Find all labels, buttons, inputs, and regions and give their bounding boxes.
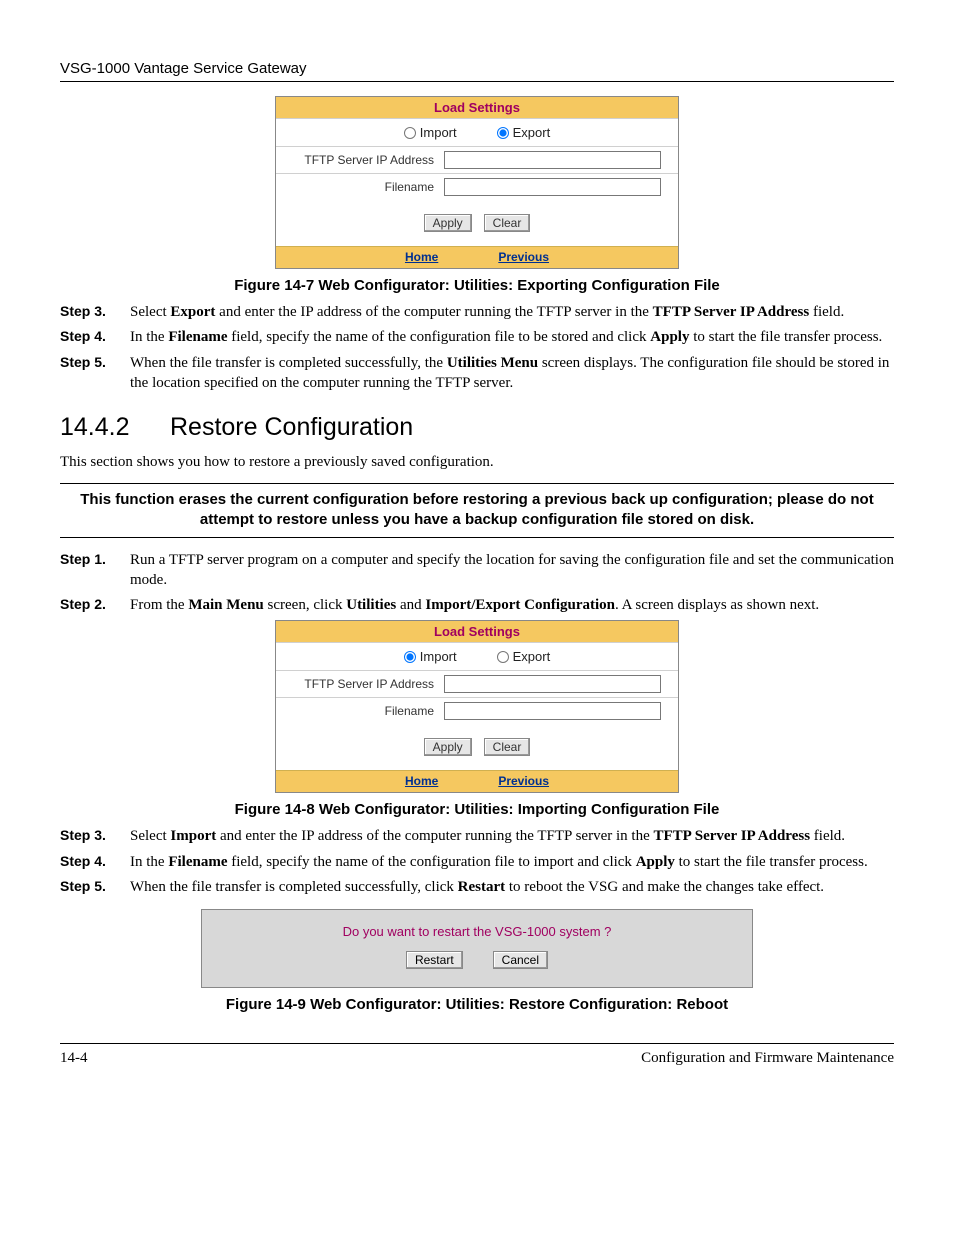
step-label: Step 2. [60,595,130,615]
restore-step-4: Step 4. In the Filename field, specify t… [60,852,894,872]
tftp-ip-label: TFTP Server IP Address [284,677,434,691]
home-link[interactable]: Home [405,774,438,788]
step-label: Step 3. [60,826,130,846]
panel-title: Load Settings [276,97,678,118]
export-radio-label: Export [513,649,551,664]
tftp-ip-input[interactable] [444,675,661,693]
page-footer: 14-4 Configuration and Firmware Maintena… [60,1043,894,1067]
page-number: 14-4 [60,1050,88,1067]
export-radio-option[interactable]: Export [497,125,551,140]
step-label: Step 4. [60,852,130,872]
filename-label: Filename [284,180,434,194]
clear-button[interactable]: Clear [484,738,531,756]
section-number: 14.4.2 [60,413,170,442]
export-step-5: Step 5. When the file transfer is comple… [60,353,894,394]
apply-button[interactable]: Apply [424,738,472,756]
import-radio[interactable] [404,651,416,663]
export-radio-label: Export [513,125,551,140]
filename-input[interactable] [444,702,661,720]
import-radio[interactable] [404,127,416,139]
restore-step-2: Step 2. From the Main Menu screen, click… [60,595,894,615]
tftp-ip-input[interactable] [444,151,661,169]
export-step-3: Step 3. Select Export and enter the IP a… [60,302,894,322]
cancel-button[interactable]: Cancel [493,951,548,969]
load-settings-panel-import: Load Settings Import Export TFTP Server … [275,620,679,793]
restart-dialog: Do you want to restart the VSG-1000 syst… [201,909,753,988]
panel-title: Load Settings [276,621,678,642]
step-label: Step 1. [60,550,130,591]
previous-link[interactable]: Previous [498,774,549,788]
export-radio[interactable] [497,651,509,663]
chapter-title: Configuration and Firmware Maintenance [641,1050,894,1067]
warning-notice: This function erases the current configu… [60,483,894,538]
step-label: Step 5. [60,353,130,394]
previous-link[interactable]: Previous [498,250,549,264]
clear-button[interactable]: Clear [484,214,531,232]
step-label: Step 3. [60,302,130,322]
import-radio-option[interactable]: Import [404,649,457,664]
figure-14-9-caption: Figure 14-9 Web Configurator: Utilities:… [60,996,894,1013]
filename-label: Filename [284,704,434,718]
step-label: Step 4. [60,327,130,347]
restore-step-3: Step 3. Select Import and enter the IP a… [60,826,894,846]
running-header: VSG-1000 Vantage Service Gateway [60,60,894,82]
export-radio[interactable] [497,127,509,139]
restore-step-1: Step 1. Run a TFTP server program on a c… [60,550,894,591]
figure-14-8-caption: Figure 14-8 Web Configurator: Utilities:… [60,801,894,818]
export-radio-option[interactable]: Export [497,649,551,664]
import-radio-option[interactable]: Import [404,125,457,140]
section-heading: 14.4.2Restore Configuration [60,413,894,442]
restore-step-5: Step 5. When the file transfer is comple… [60,877,894,897]
figure-14-7-caption: Figure 14-7 Web Configurator: Utilities:… [60,277,894,294]
home-link[interactable]: Home [405,250,438,264]
export-step-4: Step 4. In the Filename field, specify t… [60,327,894,347]
restart-question: Do you want to restart the VSG-1000 syst… [212,924,742,939]
restart-button[interactable]: Restart [406,951,463,969]
section-title: Restore Configuration [170,413,413,441]
import-radio-label: Import [420,125,457,140]
section-intro: This section shows you how to restore a … [60,452,894,473]
import-radio-label: Import [420,649,457,664]
filename-input[interactable] [444,178,661,196]
tftp-ip-label: TFTP Server IP Address [284,153,434,167]
load-settings-panel-export: Load Settings Import Export TFTP Server … [275,96,679,269]
step-label: Step 5. [60,877,130,897]
apply-button[interactable]: Apply [424,214,472,232]
